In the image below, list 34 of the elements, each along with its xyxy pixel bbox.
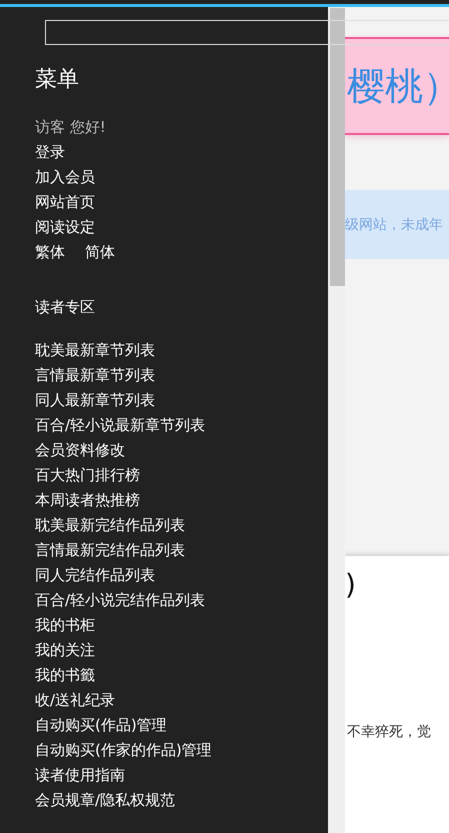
notice-text: 级网站，未成年: [345, 216, 443, 234]
menu-link[interactable]: 本周读者热推榜: [35, 488, 140, 513]
menu-link[interactable]: 加入会员: [35, 165, 95, 190]
menu-link[interactable]: 收/送礼纪录: [35, 688, 116, 713]
menu-link[interactable]: 读者使用指南: [35, 763, 125, 788]
menu-link[interactable]: 会员规章/隐私权规范: [35, 788, 176, 813]
menu-link[interactable]: 耽美最新完结作品列表: [35, 513, 185, 538]
menu-link[interactable]: 同人完结作品列表: [35, 563, 155, 588]
script-option-link[interactable]: 简体: [85, 240, 115, 265]
menu-link[interactable]: 百大热门排行榜: [35, 463, 140, 488]
menu-link[interactable]: 言情最新完结作品列表: [35, 538, 185, 563]
search-field[interactable]: [45, 20, 449, 45]
menu-title: 菜单: [35, 66, 80, 94]
menu-link[interactable]: 会员资料修改: [35, 438, 125, 463]
menu-link[interactable]: 登录: [35, 140, 65, 165]
menu-link[interactable]: 网站首页: [35, 190, 95, 215]
banner-title: 樱桃）: [347, 62, 449, 110]
menu-link[interactable]: 耽美最新章节列表: [35, 338, 155, 363]
body-text: 不幸猝死，觉: [347, 723, 431, 741]
scrollbar[interactable]: [328, 7, 345, 833]
menu-link[interactable]: 自动购买(作品)管理: [35, 713, 167, 738]
menu-link[interactable]: 阅读设定: [35, 215, 95, 240]
section-title: 读者专区: [35, 297, 95, 318]
menu-link[interactable]: 我的关注: [35, 638, 95, 663]
menu-link[interactable]: 百合/轻小说完结作品列表: [35, 588, 206, 613]
menu-link[interactable]: 我的书柜: [35, 613, 95, 638]
menu-link[interactable]: 自动购买(作家的作品)管理: [35, 738, 212, 763]
menu-link[interactable]: 言情最新章节列表: [35, 363, 155, 388]
menu-link[interactable]: 同人最新章节列表: [35, 388, 155, 413]
menu-link[interactable]: 百合/轻小说最新章节列表: [35, 413, 206, 438]
menu-link[interactable]: 我的书籤: [35, 663, 95, 688]
heading-text: ): [345, 568, 356, 601]
script-option-link[interactable]: 繁体: [35, 240, 65, 265]
greeting-text: 访客 您好!: [35, 117, 106, 138]
